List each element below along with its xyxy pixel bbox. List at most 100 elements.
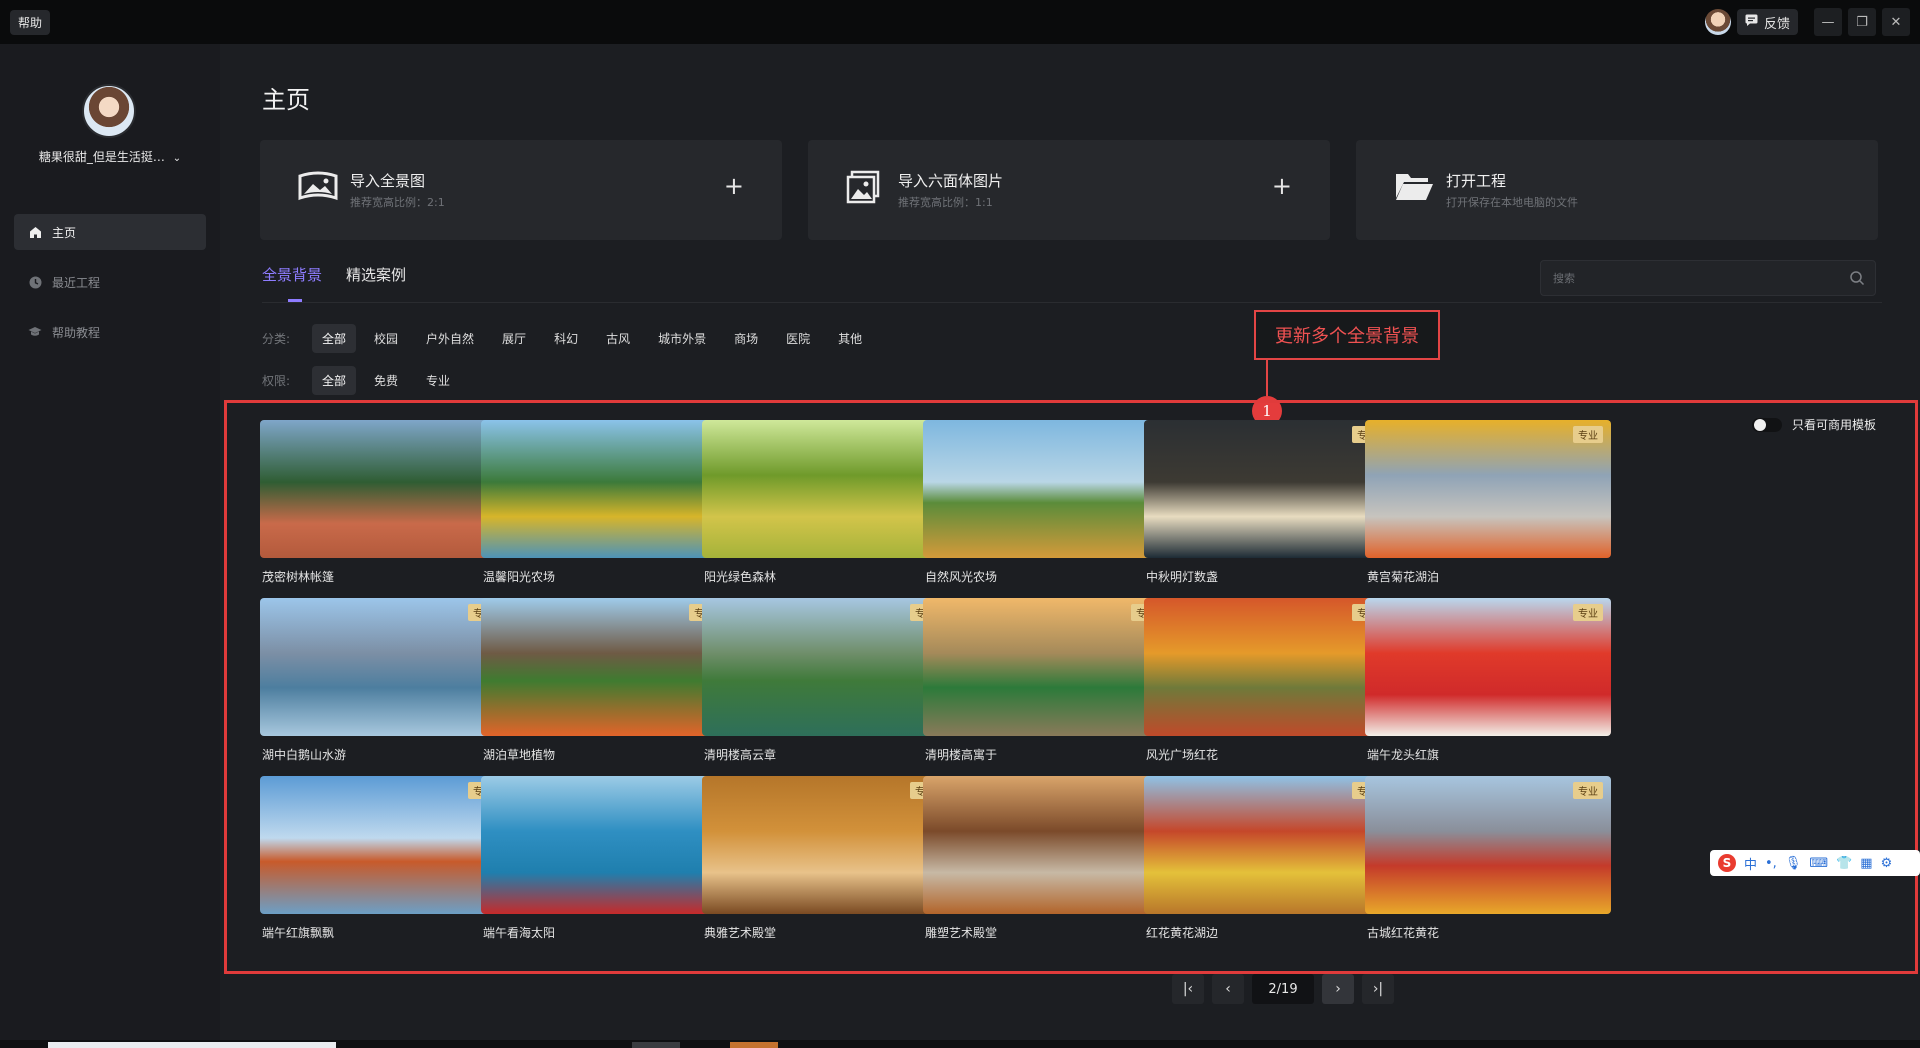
panorama-image-icon xyxy=(298,170,338,206)
sidebar-item-home[interactable]: 主页 xyxy=(14,214,206,250)
page-indicator[interactable]: 2/19 xyxy=(1252,974,1314,1004)
prev-page-icon[interactable]: ‹ xyxy=(1212,974,1244,1004)
help-button[interactable]: 帮助 xyxy=(10,9,51,35)
chip-category[interactable]: 展厅 xyxy=(492,324,536,353)
ime-toolbar[interactable]: S 中 •, 🎙 ⌨ 👕 ▦ ⚙ xyxy=(1710,850,1920,876)
keyboard-icon[interactable]: ⌨ xyxy=(1809,856,1828,871)
annotation-leader-line xyxy=(1266,360,1268,396)
ime-mode[interactable]: 中 xyxy=(1744,854,1757,873)
template-label: 端午红旗飘飘 xyxy=(262,926,335,940)
template-label: 自然风光农场 xyxy=(925,570,998,584)
chip-category[interactable]: 科幻 xyxy=(544,324,588,353)
user-avatar[interactable] xyxy=(82,84,136,138)
microphone-icon[interactable]: 🎙 xyxy=(1785,856,1802,871)
pro-badge: 专业 xyxy=(1573,782,1603,799)
template-label: 红花黄花湖边 xyxy=(1146,926,1219,940)
template-thumbnail[interactable]: 专业 xyxy=(702,776,948,914)
template-thumbnail[interactable]: 专业 xyxy=(1365,598,1611,736)
plus-icon[interactable]: + xyxy=(724,174,744,198)
chip-permission-all[interactable]: 全部 xyxy=(312,366,357,395)
user-menu[interactable]: 糖果很甜_但是生活挺… ⌄ xyxy=(0,148,220,165)
user-avatar-small[interactable] xyxy=(1704,9,1731,35)
card-subtitle: 推荐宽高比例：1:1 xyxy=(898,196,993,209)
template-thumbnail[interactable] xyxy=(260,420,506,558)
template-thumbnail[interactable]: 专业 xyxy=(481,598,727,736)
taskbar-item[interactable] xyxy=(730,1042,778,1048)
chip-permission-free[interactable]: 免费 xyxy=(364,366,408,395)
tab-divider xyxy=(262,302,1882,303)
sidebar: 糖果很甜_但是生活挺… ⌄ 主页 最近工程 帮助教程 xyxy=(0,44,220,1044)
grid-icon[interactable]: ▦ xyxy=(1860,856,1872,871)
template-thumbnail[interactable]: 专业 xyxy=(1144,598,1390,736)
template-label: 清明楼高云章 xyxy=(704,748,777,762)
template-thumbnail[interactable]: 专业 xyxy=(702,598,948,736)
template-label: 风光广场红花 xyxy=(1146,748,1219,762)
minimize-icon[interactable]: — xyxy=(1814,8,1842,36)
next-page-icon[interactable]: › xyxy=(1322,974,1354,1004)
plus-icon[interactable]: + xyxy=(1272,174,1292,198)
chip-category[interactable]: 户外自然 xyxy=(416,324,484,353)
category-filter: 分类: 全部 校园 户外自然 展厅 科幻 古风 城市外景 商场 医院 其他 xyxy=(262,324,872,353)
main-content: 主页 导入全景图 推荐宽高比例：2:1 + 导入六面体图片 推荐宽高比例：1:1… xyxy=(220,44,1920,1048)
first-page-icon[interactable]: |‹ xyxy=(1172,974,1204,1004)
chip-category[interactable]: 城市外景 xyxy=(648,324,716,353)
import-cube-images-card[interactable]: 导入六面体图片 推荐宽高比例：1:1 + xyxy=(808,140,1330,240)
punctuation-icon[interactable]: •, xyxy=(1765,856,1777,871)
search-input[interactable] xyxy=(1553,269,1833,287)
chip-permission-pro[interactable]: 专业 xyxy=(416,366,460,395)
skin-icon[interactable]: 👕 xyxy=(1836,856,1852,871)
tab-featured-cases[interactable]: 精选案例 xyxy=(346,264,406,293)
template-label: 中秋明灯数盏 xyxy=(1146,570,1219,584)
card-title: 导入六面体图片 xyxy=(898,172,1004,190)
template-thumbnail[interactable]: 专业 xyxy=(923,598,1169,736)
graduation-cap-icon xyxy=(28,325,42,339)
image-icon xyxy=(846,170,886,206)
settings-icon[interactable]: ⚙ xyxy=(1881,856,1893,871)
taskbar-item[interactable] xyxy=(48,1042,336,1048)
chip-category[interactable]: 古风 xyxy=(596,324,640,353)
template-thumbnail[interactable] xyxy=(923,420,1169,558)
restore-icon[interactable]: ❐ xyxy=(1848,8,1876,36)
taskbar-item[interactable] xyxy=(632,1042,680,1048)
search-icon[interactable] xyxy=(1849,270,1865,286)
template-thumbnail[interactable] xyxy=(481,420,727,558)
chip-category[interactable]: 医院 xyxy=(776,324,820,353)
import-panorama-card[interactable]: 导入全景图 推荐宽高比例：2:1 + xyxy=(260,140,782,240)
template-thumbnail[interactable]: 专业 xyxy=(260,776,506,914)
card-title: 导入全景图 xyxy=(350,172,426,190)
last-page-icon[interactable]: ›| xyxy=(1362,974,1394,1004)
feedback-button[interactable]: 反馈 xyxy=(1736,9,1798,35)
open-project-card[interactable]: 打开工程 打开保存在本地电脑的文件 xyxy=(1356,140,1878,240)
chip-category[interactable]: 校园 xyxy=(364,324,408,353)
chip-category[interactable]: 商场 xyxy=(724,324,768,353)
sidebar-item-label: 主页 xyxy=(52,225,77,240)
template-label: 典雅艺术殿堂 xyxy=(704,926,777,940)
title-bar: 帮助 反馈 — ❐ ✕ xyxy=(0,0,1920,44)
template-label: 黄宫菊花湖泊 xyxy=(1367,570,1440,584)
template-thumbnail[interactable] xyxy=(923,776,1169,914)
feedback-label: 反馈 xyxy=(1763,16,1790,32)
card-title: 打开工程 xyxy=(1446,172,1507,190)
template-thumbnail[interactable] xyxy=(702,420,948,558)
page-title: 主页 xyxy=(262,86,310,114)
search-box[interactable] xyxy=(1540,260,1876,296)
chip-category-all[interactable]: 全部 xyxy=(312,324,357,353)
close-icon[interactable]: ✕ xyxy=(1882,8,1910,36)
template-thumbnail[interactable] xyxy=(481,776,727,914)
username: 糖果很甜_但是生活挺… xyxy=(38,150,165,164)
filter-label: 权限: xyxy=(262,374,291,388)
chip-category[interactable]: 其他 xyxy=(828,324,872,353)
template-thumbnail[interactable]: 专业 xyxy=(1144,776,1390,914)
template-thumbnail[interactable]: 专业 xyxy=(1144,420,1390,558)
template-thumbnail[interactable]: 专业 xyxy=(260,598,506,736)
ime-logo-icon: S xyxy=(1718,854,1736,872)
tab-panorama-backgrounds[interactable]: 全景背景 xyxy=(262,264,322,293)
template-label: 清明楼高寓于 xyxy=(925,748,998,762)
template-label: 古城红花黄花 xyxy=(1367,926,1440,940)
template-thumbnail[interactable]: 专业 xyxy=(1365,776,1611,914)
template-thumbnail[interactable]: 专业 xyxy=(1365,420,1611,558)
template-label: 湖中白鹅山水游 xyxy=(262,748,347,762)
sidebar-item-recent[interactable]: 最近工程 xyxy=(14,264,206,300)
sidebar-item-tutorial[interactable]: 帮助教程 xyxy=(14,314,206,350)
folder-open-icon xyxy=(1394,170,1434,206)
